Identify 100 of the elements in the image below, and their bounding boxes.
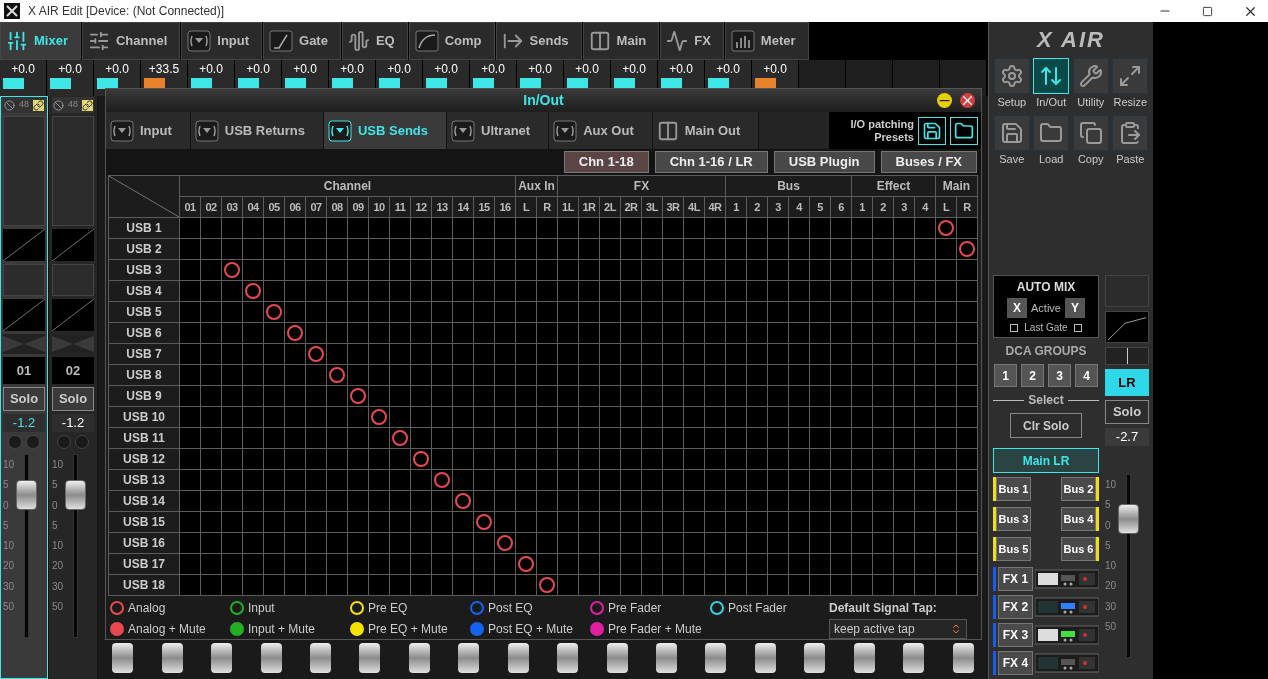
gain-value: +0.0 [621, 61, 647, 78]
fx-button[interactable]: FX 2 [997, 595, 1033, 619]
mixer-tab[interactable]: FX [660, 22, 724, 60]
fader-cap [359, 643, 381, 673]
caret-icon [950, 623, 962, 635]
automix-x-button[interactable]: X [1007, 298, 1027, 318]
column-header: L [516, 197, 536, 217]
io-tab[interactable]: Aux Out [549, 112, 653, 149]
dca-button[interactable]: 4 [1075, 364, 1098, 387]
copy-icon [1078, 120, 1103, 145]
bank-button[interactable]: USB Plugin [773, 150, 875, 173]
checkbox[interactable] [1073, 323, 1082, 332]
scale-label: 10 [52, 460, 64, 470]
scale-label: 50 [1105, 621, 1117, 632]
output-icon [327, 119, 352, 142]
active-label: Active [1031, 300, 1061, 316]
dca-button[interactable]: 2 [1021, 364, 1044, 387]
scale-label: 30 [3, 581, 15, 592]
eq-block [52, 264, 94, 296]
main-lr-button[interactable]: Main LR [993, 448, 1099, 473]
solo-button[interactable]: Solo [52, 387, 94, 411]
waveform-icon [347, 30, 370, 52]
bus-button[interactable]: Bus 5 [996, 537, 1031, 561]
bank-button[interactable]: Chn 1-18 [563, 150, 649, 173]
solo-button[interactable]: Solo [1105, 400, 1149, 424]
mixer-tab[interactable]: Mixer [0, 22, 81, 60]
row-header: USB 11 [109, 428, 179, 448]
column-header: 5 [810, 197, 830, 217]
phantom-label: 48 [68, 98, 78, 112]
bus-button[interactable]: Bus 6 [1061, 537, 1096, 561]
bus-button[interactable]: Bus 3 [996, 507, 1031, 531]
channel-name: 02 [52, 357, 94, 384]
row-header: USB 18 [109, 575, 179, 595]
fx-button[interactable]: FX 3 [997, 623, 1033, 647]
io-tab[interactable]: Main Out [652, 112, 760, 149]
mixer-tab[interactable]: Main [582, 22, 660, 60]
column-header: 4 [915, 197, 935, 217]
load-button[interactable] [950, 116, 978, 145]
row-header: USB 15 [109, 512, 179, 532]
io-tab[interactable]: USB Returns [190, 112, 324, 149]
fader-cap [507, 643, 529, 673]
bank-button[interactable]: Chn 1-16 / LR [654, 150, 768, 173]
close-icon[interactable] [960, 93, 975, 109]
clear-solo-button[interactable]: Clr Solo [1010, 413, 1082, 438]
dca-button[interactable]: 3 [1048, 364, 1071, 387]
column-header: L [936, 197, 956, 217]
io-tab[interactable]: Ultranet [447, 112, 550, 149]
mixer-tab[interactable]: Comp [408, 22, 495, 60]
automix-y-button[interactable]: Y [1065, 298, 1085, 318]
column-header: 6 [831, 197, 851, 217]
column-header: 04 [243, 197, 263, 217]
fader-cap[interactable] [1118, 503, 1139, 534]
mixer-tab[interactable]: Sends [495, 22, 582, 60]
fader-cap[interactable] [16, 480, 37, 511]
io-tab[interactable]: USB Sends [323, 112, 448, 149]
mixer-tab[interactable]: Meter [724, 22, 809, 60]
scale-label: 0 [1105, 520, 1112, 531]
fx-button[interactable]: FX 4 [997, 651, 1033, 675]
mixer-tab[interactable]: Gate [263, 22, 341, 60]
signal-tap-dropdown[interactable]: keep active tap [829, 619, 967, 639]
fader-cap [952, 643, 974, 673]
mixer-tab[interactable]: Channel [81, 22, 181, 60]
fader-cap [903, 643, 925, 673]
gain-value: +0.0 [668, 61, 694, 78]
column-header: 4R [705, 197, 725, 217]
gain-value: +0.0 [433, 61, 459, 78]
legend-label: Input + Mute [248, 621, 316, 638]
channel-name: 01 [3, 357, 45, 384]
save-button[interactable] [918, 116, 946, 145]
fader-cap[interactable] [65, 480, 86, 511]
dca-button[interactable]: 1 [994, 364, 1017, 387]
row-header: USB 9 [109, 386, 179, 406]
solo-button[interactable]: Solo [3, 387, 45, 411]
row-header: USB 14 [109, 491, 179, 511]
wrench-icon [1078, 64, 1103, 88]
column-header: 01 [180, 197, 200, 217]
row-header: USB 7 [109, 344, 179, 364]
gain-value: -2.7 [1105, 428, 1149, 446]
mixer-tab[interactable]: EQ [341, 22, 408, 60]
bus-button[interactable]: Bus 2 [1061, 477, 1096, 501]
fader-cap [656, 643, 678, 673]
column-header: 08 [327, 197, 347, 217]
checkbox[interactable] [1010, 323, 1019, 332]
bank-button[interactable]: Buses / FX [880, 150, 977, 173]
scale-label: 5 [3, 480, 10, 491]
maximize-icon[interactable] [1202, 5, 1213, 17]
fx-button[interactable]: FX 1 [997, 567, 1033, 591]
io-tab[interactable]: Input [106, 112, 191, 149]
row-header: USB 2 [109, 239, 179, 259]
dialog-title: In/Out [523, 91, 564, 111]
columns-icon [588, 30, 611, 52]
gain-value: +0.0 [480, 61, 506, 78]
bus-button[interactable]: Bus 1 [996, 477, 1031, 501]
mixer-tab[interactable]: Input [181, 22, 263, 60]
gain-value: +0.0 [762, 61, 788, 78]
legend-label: Pre Fader + Mute [608, 621, 702, 638]
bus-button[interactable]: Bus 4 [1061, 507, 1096, 531]
input-icon [194, 119, 219, 142]
column-header: 03 [222, 197, 242, 217]
minimize-icon[interactable] [937, 93, 952, 109]
